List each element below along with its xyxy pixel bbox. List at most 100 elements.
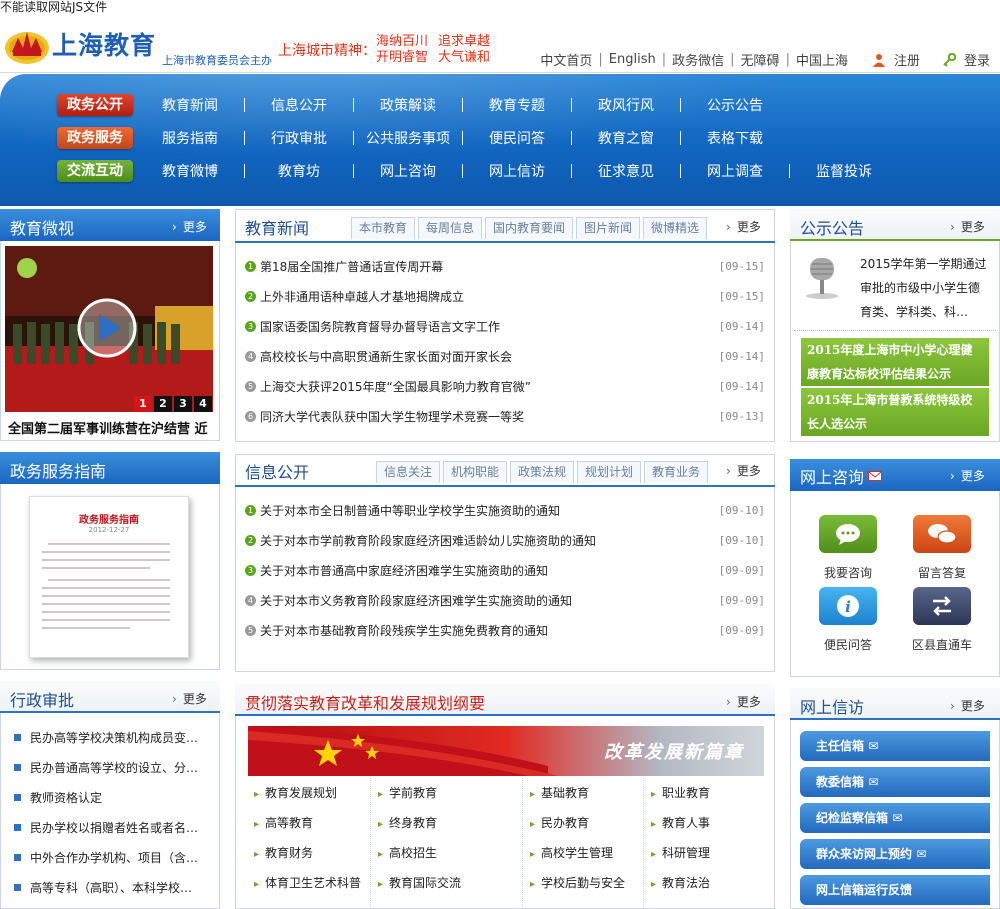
- reform-link[interactable]: 教育人事: [651, 814, 710, 831]
- reform-link[interactable]: 教育国际交流: [378, 874, 461, 891]
- reform-link[interactable]: 学校后勤与安全: [530, 874, 625, 891]
- news-row[interactable]: 1 第18届全国推广普通话宣传周开幕 [09-15]: [245, 251, 765, 281]
- tab-weekly-info[interactable]: 每周信息: [418, 217, 482, 239]
- news-row[interactable]: 2 上外非通用语种卓越人才基地揭牌成立 [09-15]: [245, 281, 765, 311]
- consult-faq-button[interactable]: i: [819, 587, 877, 625]
- video-page-1[interactable]: 1: [134, 396, 152, 412]
- announce-more-link[interactable]: › 更多: [950, 218, 985, 235]
- reform-link[interactable]: 高校学生管理: [530, 844, 613, 861]
- news-row[interactable]: 3 国家语委国务院教育督导办督导语言文字工作 [09-14]: [245, 311, 765, 341]
- reform-link[interactable]: 体育卫生艺术科普: [254, 874, 361, 891]
- video-page-2[interactable]: 2: [154, 396, 172, 412]
- toplink-english[interactable]: English: [609, 52, 656, 67]
- reform-link[interactable]: 教育发展规划: [254, 784, 337, 801]
- petition-commission-mailbox[interactable]: 教委信箱 ✉: [800, 767, 990, 797]
- info-public-more-link[interactable]: › 更多: [726, 462, 761, 479]
- tab-national-news[interactable]: 国内教育要闻: [485, 217, 573, 239]
- reform-link[interactable]: 职业教育: [651, 784, 710, 801]
- news-row[interactable]: 2 关于对本市学前教育阶段家庭经济困难适龄幼儿实施资助的通知 [09-10]: [245, 525, 765, 555]
- list-item[interactable]: 中外合作办学机构、项目（含…: [14, 842, 214, 872]
- tab-local-education[interactable]: 本市教育: [351, 217, 415, 239]
- video-page-4[interactable]: 4: [194, 396, 212, 412]
- reform-link[interactable]: 民办教育: [530, 814, 589, 831]
- nav-item[interactable]: 监督投诉: [790, 161, 898, 181]
- toplink-chinese-home[interactable]: 中文首页: [540, 50, 592, 69]
- edu-news-more-link[interactable]: › 更多: [726, 218, 761, 235]
- petition-more-link[interactable]: › 更多: [950, 697, 985, 714]
- news-row[interactable]: 5 上海交大获评2015年度“全国最具影响力教育官微” [09-14]: [245, 371, 765, 401]
- nav-item[interactable]: 政风行风: [572, 95, 680, 115]
- consult-ask-label[interactable]: 我要咨询: [819, 564, 877, 581]
- toplink-china-shanghai[interactable]: 中国上海: [796, 50, 848, 69]
- nav-item[interactable]: 表格下载: [681, 128, 789, 148]
- news-row[interactable]: 4 高校校长与中高职贯通新生家长面对面开家长会 [09-14]: [245, 341, 765, 371]
- reform-banner[interactable]: 改革发展新篇章: [248, 726, 764, 776]
- nav-item[interactable]: 教育坊: [245, 161, 353, 181]
- consult-ask-button[interactable]: [819, 515, 877, 553]
- news-row[interactable]: 6 同济大学代表队获中国大学生物理学术竞赛一等奖 [09-13]: [245, 401, 765, 431]
- reform-more-link[interactable]: › 更多: [726, 693, 761, 710]
- tab-photo-news[interactable]: 图片新闻: [576, 217, 640, 239]
- consult-more-link[interactable]: › 更多: [950, 467, 985, 484]
- nav-badge-gov-service[interactable]: 政务服务: [57, 127, 133, 149]
- reform-link[interactable]: 终身教育: [378, 814, 437, 831]
- gov-guide-document[interactable]: 政务服务指南 2012-12-27: [29, 496, 189, 658]
- news-row[interactable]: 5 关于对本市基础教育阶段残疾学生实施免费教育的通知 [09-09]: [245, 615, 765, 645]
- petition-discipline-mailbox[interactable]: 纪检监察信箱 ✉: [800, 803, 990, 833]
- nav-item[interactable]: 教育专题: [463, 95, 571, 115]
- nav-badge-gov-open[interactable]: 政务公开: [57, 94, 133, 116]
- petition-visit-booking[interactable]: 群众来访网上预约 ✉: [800, 839, 990, 869]
- list-item[interactable]: 教师资格认定: [14, 782, 214, 812]
- nav-item[interactable]: 网上调查: [681, 161, 789, 181]
- consult-faq-label[interactable]: 便民问答: [819, 636, 877, 653]
- tab-org-functions[interactable]: 机构职能: [443, 461, 507, 483]
- nav-item[interactable]: 政策解读: [354, 95, 462, 115]
- nav-item[interactable]: 征求意见: [572, 161, 680, 181]
- edu-video-thumbnail[interactable]: [5, 246, 213, 412]
- toplink-wechat[interactable]: 政务微信: [672, 50, 724, 69]
- consult-district-label[interactable]: 区县直通车: [905, 636, 979, 653]
- nav-item[interactable]: 教育新闻: [136, 95, 244, 115]
- reform-link[interactable]: 基础教育: [530, 784, 589, 801]
- news-row[interactable]: 4 关于对本市义务教育阶段家庭经济困难学生实施资助的通知 [09-09]: [245, 585, 765, 615]
- register-link[interactable]: 注册: [894, 50, 920, 69]
- reform-link[interactable]: 教育法治: [651, 874, 710, 891]
- nav-item[interactable]: 服务指南: [136, 128, 244, 148]
- nav-item[interactable]: 行政审批: [245, 128, 353, 148]
- nav-item[interactable]: 教育微博: [136, 161, 244, 181]
- consult-district-button[interactable]: [913, 587, 971, 625]
- login-link[interactable]: 登录: [964, 50, 990, 69]
- list-item[interactable]: 高等专科（高职）、本科学校…: [14, 872, 214, 902]
- nav-item[interactable]: 公示公告: [681, 95, 789, 115]
- consult-reply-label[interactable]: 留言答复: [913, 564, 971, 581]
- reform-link[interactable]: 教育财务: [254, 844, 313, 861]
- tab-edu-business[interactable]: 教育业务: [644, 461, 708, 483]
- announce-note-principal[interactable]: 2015年上海市普教系统特级校长人选公示: [801, 388, 989, 436]
- reform-link[interactable]: 高校招生: [378, 844, 437, 861]
- tab-plans[interactable]: 规划计划: [577, 461, 641, 483]
- news-row[interactable]: 1 关于对本市全日制普通中等职业学校学生实施资助的通知 [09-10]: [245, 495, 765, 525]
- nav-item[interactable]: 网上咨询: [354, 161, 462, 181]
- tab-info-focus[interactable]: 信息关注: [376, 461, 440, 483]
- tab-weibo-picks[interactable]: 微博精选: [643, 217, 707, 239]
- reform-link[interactable]: 学前教育: [378, 784, 437, 801]
- site-title[interactable]: 上海教育: [52, 30, 156, 62]
- nav-item[interactable]: 信息公开: [245, 95, 353, 115]
- nav-item[interactable]: 公共服务事项: [354, 128, 462, 148]
- petition-feedback[interactable]: 网上信箱运行反馈: [800, 875, 990, 905]
- toplink-accessibility[interactable]: 无障碍: [741, 50, 780, 69]
- tab-policies[interactable]: 政策法规: [510, 461, 574, 483]
- shanghai-education-logo-icon[interactable]: [4, 22, 50, 66]
- nav-badge-interaction[interactable]: 交流互动: [57, 160, 133, 182]
- video-page-3[interactable]: 3: [174, 396, 192, 412]
- news-row[interactable]: 3 关于对本市普通高中家庭经济困难学生实施资助的通知 [09-09]: [245, 555, 765, 585]
- nav-item[interactable]: 教育之窗: [572, 128, 680, 148]
- list-item[interactable]: 民办学校以捐赠者姓名或者名…: [14, 812, 214, 842]
- nav-item[interactable]: 便民问答: [463, 128, 571, 148]
- admin-approval-more-link[interactable]: › 更多: [172, 690, 207, 707]
- list-item[interactable]: 民办高等学校决策机构成员变…: [14, 722, 214, 752]
- consult-reply-button[interactable]: [913, 515, 971, 553]
- list-item[interactable]: 民办普通高等学校的设立、分…: [14, 752, 214, 782]
- edu-video-more-link[interactable]: › 更多: [172, 218, 207, 235]
- announce-note-psychology[interactable]: 2015年度上海市中小学心理健康教育达标校评估结果公示: [801, 338, 989, 386]
